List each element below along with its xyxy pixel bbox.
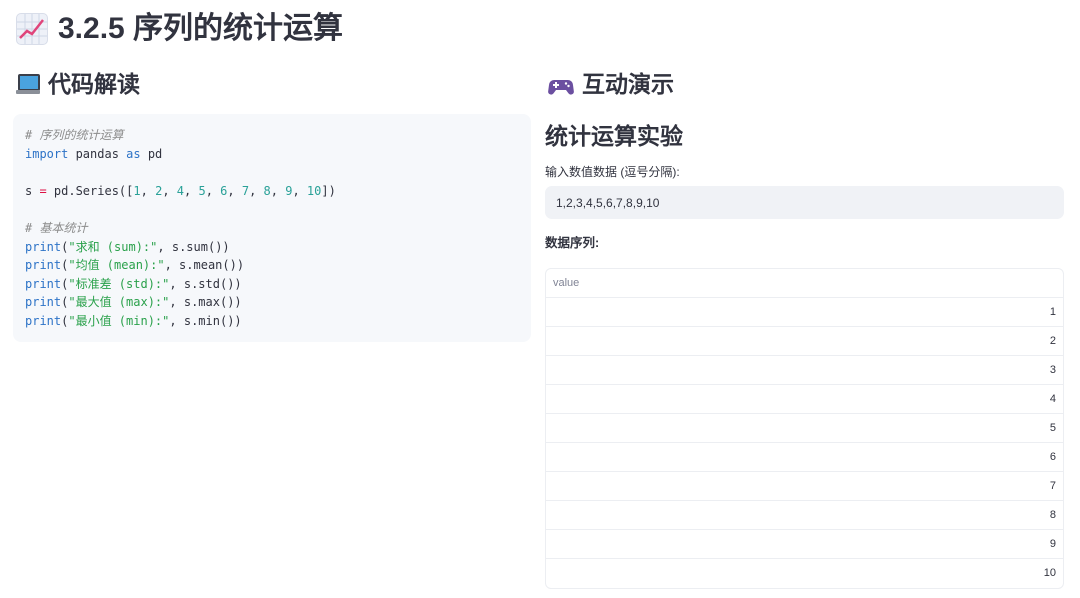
code-token: print bbox=[25, 258, 62, 273]
code-token: , s.sum()) bbox=[157, 239, 230, 254]
code-section-title: 代码解读 bbox=[48, 71, 140, 97]
code-token: , bbox=[162, 183, 177, 198]
code-block: # 序列的统计运算 import pandas as pd s = pd.Serie… bbox=[13, 114, 531, 342]
code-line: # 序列的统计运算 bbox=[25, 126, 519, 145]
code-token: , s.max()) bbox=[169, 295, 242, 310]
code-token: print bbox=[25, 239, 62, 254]
table-row[interactable]: 2 bbox=[546, 327, 1063, 356]
code-token: # 序列的统计运算 bbox=[25, 128, 124, 142]
code-token: 10 bbox=[306, 183, 322, 198]
code-line: print("求和 (sum):", s.sum()) bbox=[25, 238, 519, 257]
code-token: , s.std()) bbox=[169, 276, 242, 291]
code-token: , s.mean()) bbox=[164, 258, 245, 273]
demo-section-title: 互动演示 bbox=[582, 71, 674, 97]
code-token: import bbox=[25, 146, 69, 161]
code-token: = bbox=[39, 183, 47, 198]
laptop-icon bbox=[16, 73, 40, 95]
chart-increasing-icon bbox=[16, 13, 48, 45]
table-row[interactable]: 5 bbox=[546, 414, 1063, 443]
table-row[interactable]: 4 bbox=[546, 385, 1063, 414]
code-token: "标准差 (std):" bbox=[68, 276, 170, 291]
code-token: 1 bbox=[133, 183, 141, 198]
series-label: 数据序列: bbox=[545, 236, 600, 250]
data-table[interactable]: value 1 2 3 4 5 6 7 8 9 10 bbox=[545, 268, 1064, 589]
data-input-field[interactable] bbox=[545, 186, 1064, 219]
code-token: , bbox=[292, 183, 307, 198]
code-token: pandas bbox=[68, 146, 127, 161]
code-token: "均值 (mean):" bbox=[68, 258, 165, 273]
code-token: 8 bbox=[263, 183, 271, 198]
code-token: as bbox=[126, 146, 141, 161]
table-row[interactable]: 9 bbox=[546, 530, 1063, 559]
code-line: # 基本统计 bbox=[25, 219, 519, 238]
code-token: , bbox=[184, 183, 199, 198]
page-title: 3.2.5 序列的统计运算 bbox=[16, 8, 343, 50]
table-body: 1 2 3 4 5 6 7 8 9 10 bbox=[546, 298, 1063, 588]
code-line: print("最小值 (min):", s.min()) bbox=[25, 312, 519, 331]
code-line: print("标准差 (std):", s.std()) bbox=[25, 275, 519, 294]
table-row[interactable]: 8 bbox=[546, 501, 1063, 530]
game-controller-icon bbox=[548, 73, 574, 95]
code-token: , s.min()) bbox=[169, 313, 242, 328]
code-token: print bbox=[25, 276, 62, 291]
code-token: , bbox=[270, 183, 286, 198]
code-token: 4 bbox=[176, 183, 184, 198]
table-row[interactable]: 3 bbox=[546, 356, 1063, 385]
input-label: 输入数值数据 (逗号分隔): bbox=[545, 165, 680, 179]
code-token: , bbox=[140, 183, 156, 198]
code-line: s = pd.Series([1, 2, 4, 5, 6, 7, 8, 9, 1… bbox=[25, 182, 519, 201]
code-section-heading: 代码解读 bbox=[16, 68, 140, 100]
table-row[interactable]: 1 bbox=[546, 298, 1063, 327]
demo-subtitle: 统计运算实验 bbox=[545, 123, 683, 149]
code-token: "最大值 (max):" bbox=[68, 295, 170, 310]
code-line: print("均值 (mean):", s.mean()) bbox=[25, 256, 519, 275]
code-token: s bbox=[25, 183, 40, 198]
code-token: print bbox=[25, 313, 62, 328]
demo-section-heading: 互动演示 bbox=[548, 68, 674, 100]
code-token: pd.Series([ bbox=[46, 183, 134, 198]
table-row[interactable]: 10 bbox=[546, 559, 1063, 588]
code-token: , bbox=[205, 183, 221, 198]
code-line: import pandas as pd bbox=[25, 145, 519, 164]
code-token: pd bbox=[140, 146, 163, 161]
page-title-text: 3.2.5 序列的统计运算 bbox=[58, 12, 344, 45]
code-token: 5 bbox=[198, 183, 206, 198]
code-token: # 基本统计 bbox=[25, 220, 88, 235]
code-token: "最小值 (min):" bbox=[68, 313, 170, 328]
code-token: "求和 (sum):" bbox=[68, 239, 158, 254]
table-row[interactable]: 6 bbox=[546, 443, 1063, 472]
table-row[interactable]: 7 bbox=[546, 472, 1063, 501]
code-line: print("最大值 (max):", s.max()) bbox=[25, 293, 519, 312]
column-header-value[interactable]: value bbox=[546, 269, 1063, 298]
code-token: ]) bbox=[321, 183, 336, 198]
code-token: , bbox=[227, 183, 242, 198]
code-token: 7 bbox=[241, 183, 250, 198]
code-token: , bbox=[249, 183, 264, 198]
code-token: print bbox=[25, 295, 62, 310]
